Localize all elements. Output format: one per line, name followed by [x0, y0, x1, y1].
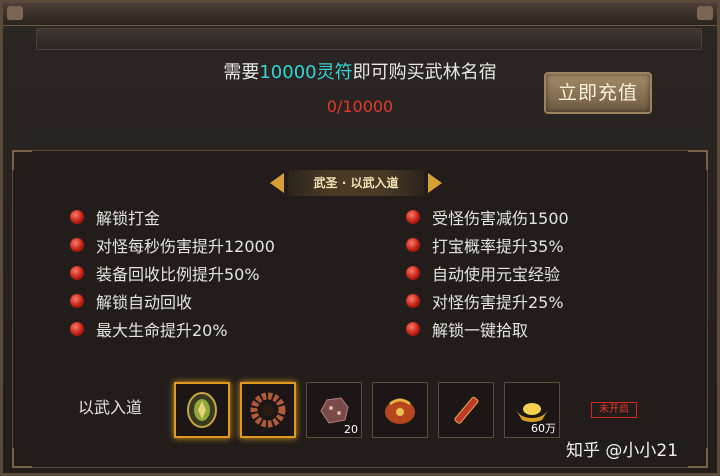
watermark: 知乎 @小小21 — [566, 441, 679, 461]
recharge-button[interactable]: 立即充值 — [544, 72, 652, 114]
perk-list-left: 解锁打金 对怪每秒伤害提升12000 装备回收比例提升50% 解锁自动回收 最大… — [70, 205, 275, 345]
bullet-icon — [70, 321, 84, 336]
perk-item: 对怪每秒伤害提升12000 — [70, 233, 275, 256]
perk-item: 装备回收比例提升50% — [70, 261, 275, 284]
subheader-bar — [36, 28, 702, 50]
perk-label: 解锁一键拾取 — [432, 320, 529, 340]
requirement-suffix: 即可购买武林名宿 — [352, 62, 497, 83]
arrow-right-icon[interactable] — [428, 173, 442, 193]
bullet-icon — [406, 293, 420, 308]
panel-corner — [688, 150, 708, 170]
reward-slot[interactable] — [438, 382, 494, 438]
perk-label: 解锁打金 — [96, 208, 161, 228]
perk-label: 受怪伤害减伤1500 — [432, 208, 569, 228]
bullet-icon — [406, 321, 420, 336]
scroll-icon — [454, 396, 479, 424]
reward-slot[interactable]: 20 — [306, 382, 362, 438]
perk-item: 解锁一键拾取 — [406, 317, 569, 340]
title-bar-cap-left — [7, 6, 23, 20]
bullet-icon — [70, 293, 84, 308]
perk-label: 解锁自动回收 — [96, 292, 193, 312]
perk-label: 最大生命提升20% — [96, 320, 228, 340]
ore-chunk-icon — [320, 397, 349, 424]
panel-corner — [12, 150, 32, 170]
panel-corner — [688, 448, 708, 468]
perk-label: 装备回收比例提升50% — [96, 264, 260, 284]
bullet-icon — [406, 265, 420, 280]
panel-corner — [12, 448, 32, 468]
perk-item: 自动使用元宝经验 — [406, 261, 569, 284]
perk-item: 解锁打金 — [70, 205, 275, 228]
treasure-pouch-icon — [385, 398, 415, 424]
perk-item: 打宝概率提升35% — [406, 233, 569, 256]
section-title: 武圣 · 以武入道 — [270, 170, 442, 196]
title-bar — [3, 3, 717, 26]
perk-label: 对怪每秒伤害提升12000 — [96, 236, 275, 256]
bullet-icon — [70, 265, 84, 280]
bullet-icon — [406, 209, 420, 224]
reward-count: 60万 — [531, 422, 556, 435]
prayer-ring-icon — [250, 392, 286, 428]
requirement-prefix: 需要 — [223, 62, 260, 83]
bullet-icon — [406, 237, 420, 252]
reward-slot[interactable] — [240, 382, 296, 438]
reward-count: 20 — [344, 423, 358, 436]
reward-slot[interactable] — [372, 382, 428, 438]
requirement-amount: 10000灵符 — [259, 62, 353, 83]
reward-slot[interactable] — [174, 382, 230, 438]
arrow-left-icon[interactable] — [270, 173, 284, 193]
perk-item: 受怪伤害减伤1500 — [406, 205, 569, 228]
title-bar-cap-right — [697, 6, 713, 20]
perk-label: 自动使用元宝经验 — [432, 264, 561, 284]
bullet-icon — [70, 237, 84, 252]
perk-list-right: 受怪伤害减伤1500 打宝概率提升35% 自动使用元宝经验 对怪伤害提升25% … — [406, 205, 569, 345]
perk-item: 解锁自动回收 — [70, 289, 275, 312]
reward-slot[interactable]: 60万 — [504, 382, 560, 438]
status-badge: 未开启 — [591, 402, 637, 418]
jade-token-icon — [187, 392, 217, 428]
section-title-label: 武圣 · 以武入道 — [288, 170, 424, 196]
perk-item: 对怪伤害提升25% — [406, 289, 569, 312]
perk-item: 最大生命提升20% — [70, 317, 275, 340]
perk-label: 对怪伤害提升25% — [432, 292, 564, 312]
rewards-label: 以武入道 — [78, 398, 143, 417]
perk-label: 打宝概率提升35% — [432, 236, 564, 256]
bullet-icon — [70, 209, 84, 224]
